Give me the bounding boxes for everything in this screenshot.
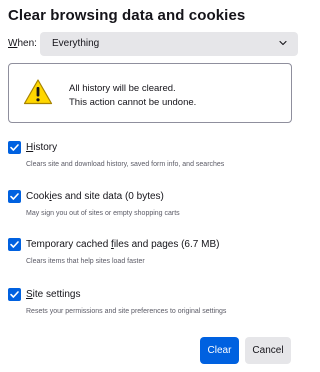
clear-button[interactable]: Clear [200,337,239,364]
chevron-down-icon [279,40,287,46]
cookies-description: May sign you out of sites or empty shopp… [26,210,180,217]
checkmark-icon [10,241,19,248]
time-range-select[interactable]: Everything [40,32,298,56]
cookies-label: Cookies and site data (0 bytes) [26,191,164,202]
warning-line-2: This action cannot be undone. [69,97,197,108]
checkmark-icon [10,193,19,200]
site-settings-label: Site settings [26,289,81,300]
history-label: History [26,142,58,153]
clear-data-dialog: Clear browsing data and cookies When: Ev… [0,0,300,372]
cache-checkbox[interactable] [8,238,21,251]
cache-description: Clears items that help sites load faster [26,258,145,265]
site-settings-checkbox[interactable] [8,288,21,301]
checkmark-icon [10,144,19,151]
site-settings-description: Resets your permissions and site prefere… [26,308,227,315]
dialog-title: Clear browsing data and cookies [8,7,246,24]
history-description: Clears site and download history, saved … [26,161,225,168]
when-label: When: [8,38,37,49]
when-row: When: Everything [8,32,298,56]
cookies-checkbox[interactable] [8,190,21,203]
warning-text: All history will be cleared. This action… [69,82,196,110]
warning-box: All history will be cleared. This action… [8,63,292,123]
cache-label: Temporary cached files and pages (6.7 MB… [26,239,220,250]
warning-line-1: All history will be cleared. [69,83,176,94]
warning-triangle-icon [23,79,53,105]
history-checkbox[interactable] [8,141,21,154]
cancel-button[interactable]: Cancel [245,337,291,364]
checkmark-icon [10,291,19,298]
time-range-value: Everything [52,38,100,49]
